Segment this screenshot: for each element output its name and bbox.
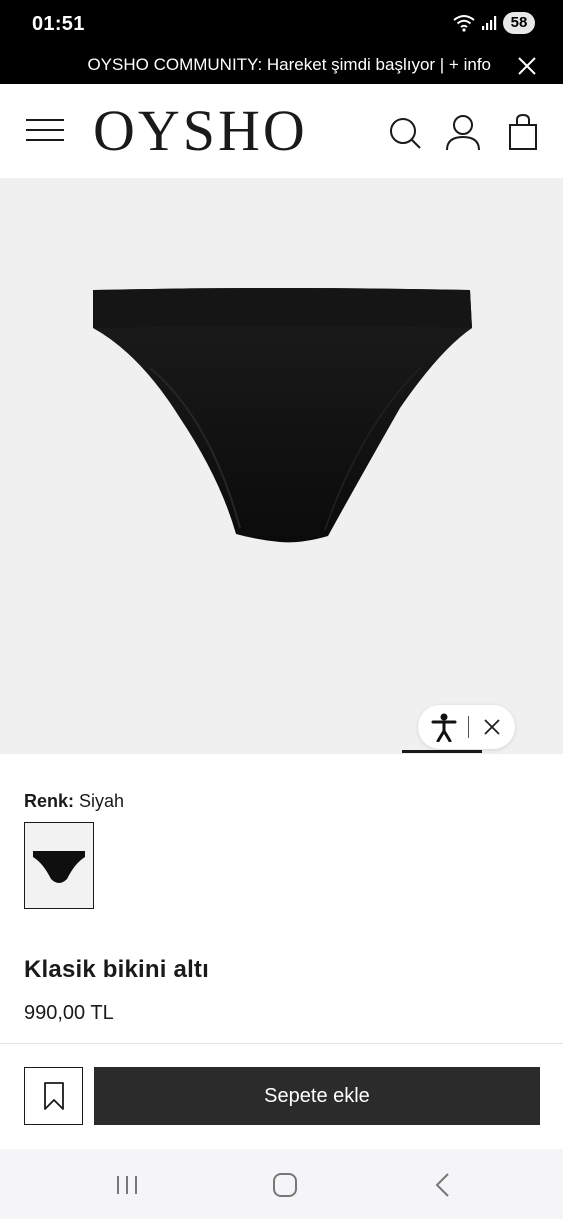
add-to-cart-button[interactable]: Sepete ekle xyxy=(94,1067,540,1125)
color-info: Renk: Siyah xyxy=(24,791,124,812)
system-nav-bar xyxy=(0,1149,563,1219)
menu-icon[interactable] xyxy=(24,112,66,148)
status-bar: 01:51 58 xyxy=(0,0,563,48)
close-icon[interactable] xyxy=(482,717,502,737)
product-price: 990,00 TL xyxy=(24,1002,114,1024)
bookmark-icon xyxy=(43,1082,64,1110)
divider xyxy=(468,716,469,738)
promo-bar: OYSHO COMMUNITY: Hareket şimdi başlıyor … xyxy=(0,48,563,84)
accessibility-widget xyxy=(418,705,515,749)
image-carousel-indicator xyxy=(402,750,482,753)
back-icon[interactable] xyxy=(428,1171,458,1199)
close-icon[interactable] xyxy=(515,54,539,78)
wishlist-button[interactable] xyxy=(24,1067,83,1125)
status-time: 01:51 xyxy=(32,13,85,35)
color-value: Siyah xyxy=(79,791,125,811)
color-label: Renk: xyxy=(24,791,75,811)
search-icon[interactable] xyxy=(387,112,423,152)
status-icons: 58 xyxy=(453,12,535,34)
home-icon[interactable] xyxy=(270,1171,300,1199)
color-swatch[interactable] xyxy=(24,822,94,909)
bag-icon[interactable] xyxy=(505,112,541,152)
accessibility-icon[interactable] xyxy=(430,712,458,742)
account-icon[interactable] xyxy=(445,112,481,152)
product-image[interactable] xyxy=(0,178,563,754)
signal-icon xyxy=(482,16,497,30)
divider xyxy=(0,1043,563,1044)
swatch-thumbnail xyxy=(33,851,85,883)
promo-text[interactable]: OYSHO COMMUNITY: Hareket şimdi başlıyor … xyxy=(87,55,491,75)
wifi-icon xyxy=(453,15,475,32)
site-header: OYSHO xyxy=(0,84,563,178)
brand-logo[interactable]: OYSHO xyxy=(93,98,308,164)
recents-icon[interactable] xyxy=(112,1171,142,1199)
product-title: Klasik bikini altı xyxy=(24,956,209,983)
bikini-bottom-image xyxy=(93,288,472,543)
battery-icon: 58 xyxy=(503,12,535,34)
